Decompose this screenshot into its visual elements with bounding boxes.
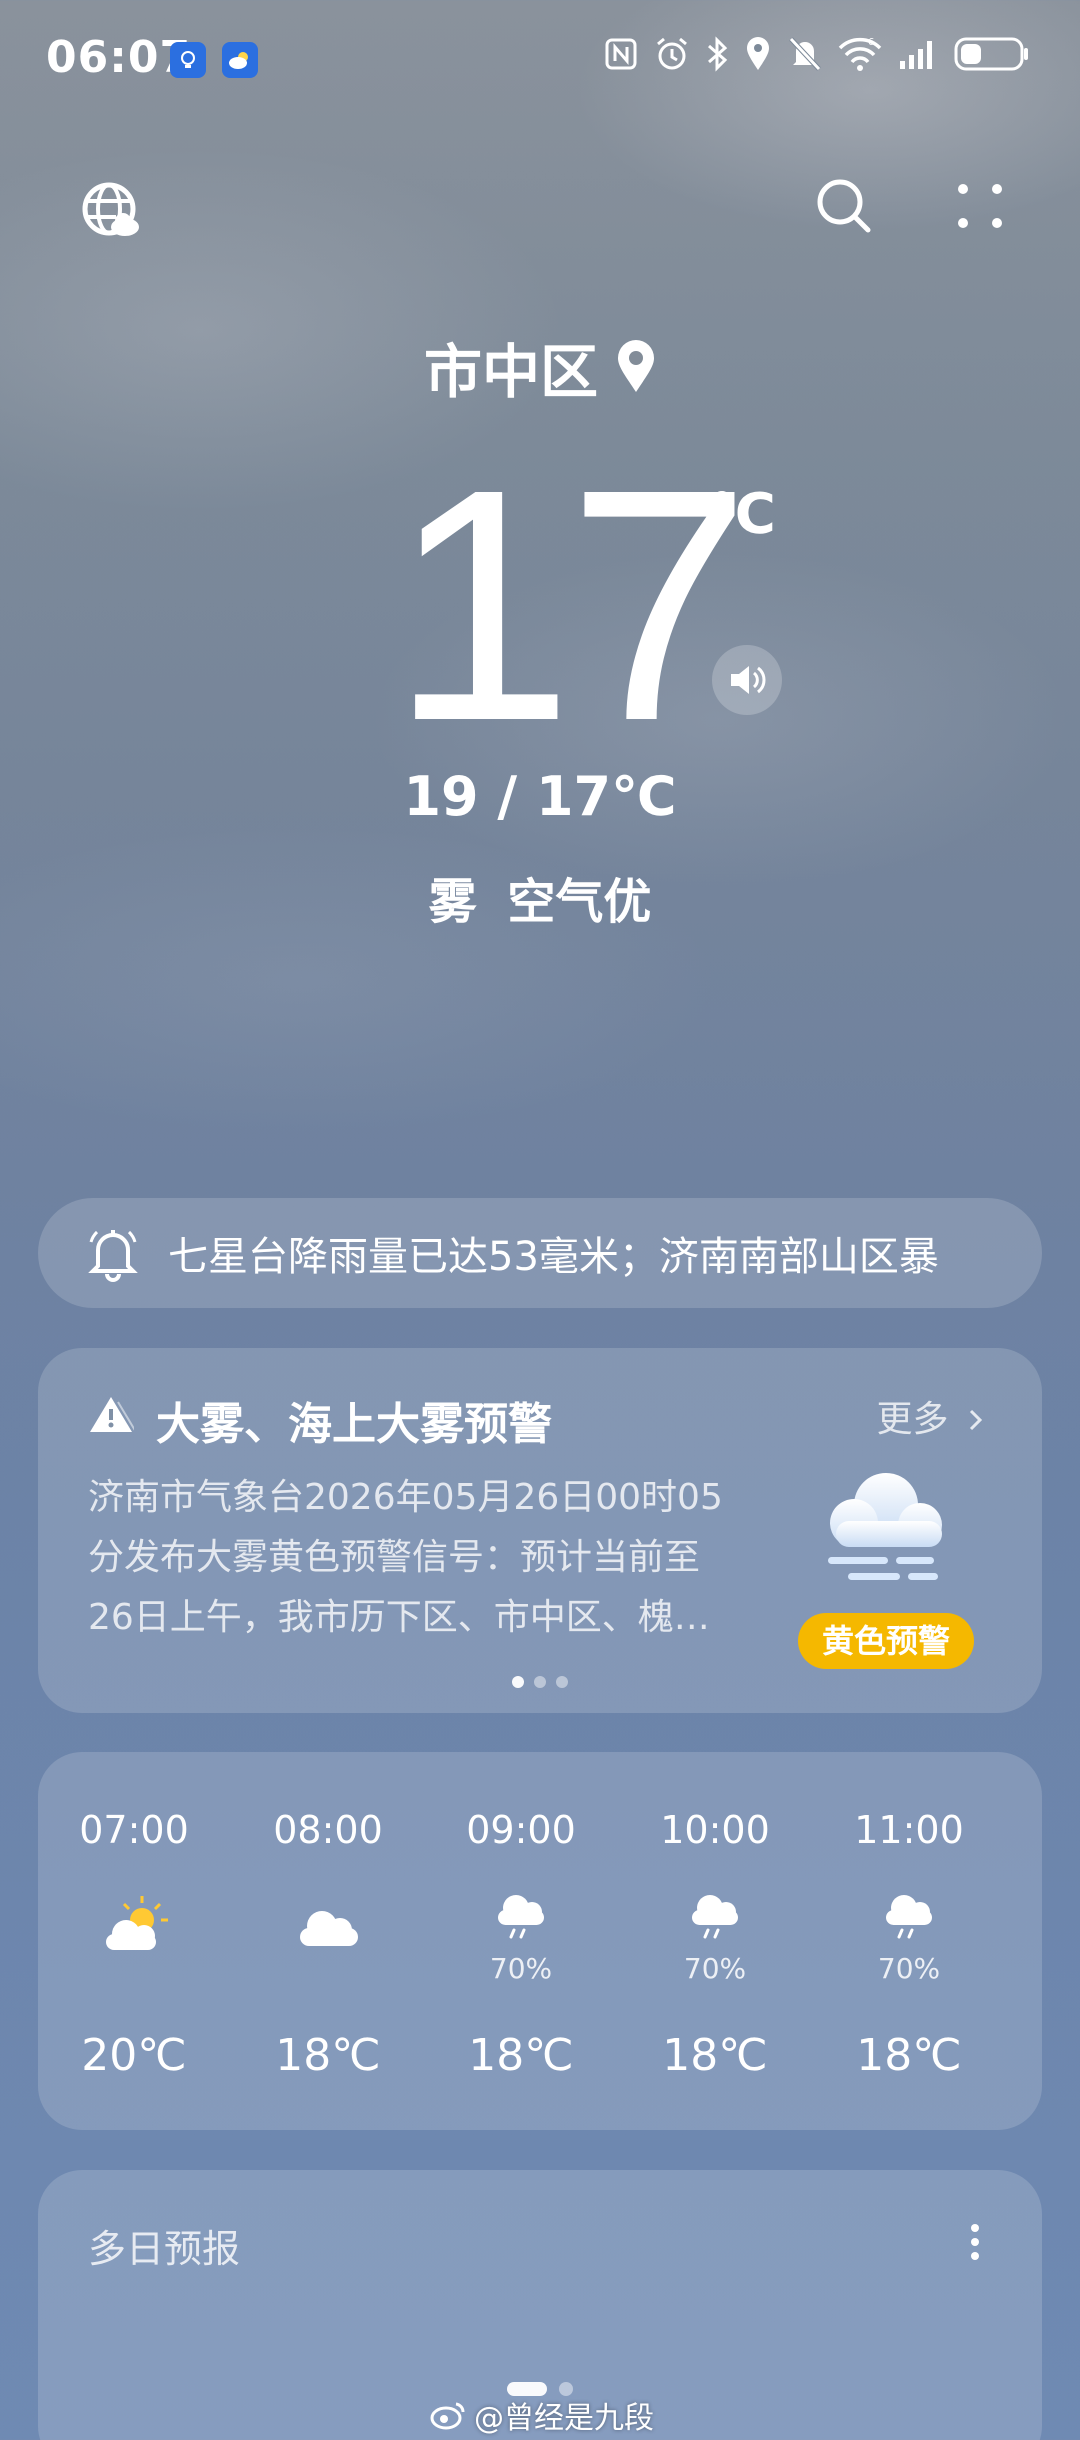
weather-notice-banner[interactable]: 七星台降雨量已达53毫米；济南南部山区暴	[38, 1198, 1042, 1308]
status-indicators: 6	[604, 36, 1030, 72]
light-rain-icon	[498, 1895, 544, 1939]
weather-alert-card[interactable]: 大雾、海上大雾预警 更多 济南市气象台2026年05月26日00时05 分发布大…	[38, 1348, 1042, 1713]
status-bar: 06:07 6	[0, 0, 1080, 120]
daily-forecast-title: 多日预报	[88, 2227, 241, 2271]
grid-dots-icon	[958, 184, 1002, 228]
hour-time: 11:00	[854, 1808, 964, 1852]
weather-app-icon	[222, 42, 258, 78]
city-management-button[interactable]	[75, 175, 147, 247]
mute-bell-icon	[789, 37, 821, 71]
cloudy-icon	[300, 1911, 358, 1946]
current-temperature: 17	[390, 420, 751, 789]
location-name: 市中区	[423, 338, 598, 406]
hour-item[interactable]: 09:00 70% 18℃	[431, 1752, 611, 2130]
hour-time: 09:00	[466, 1808, 576, 1852]
hour-item[interactable]: 11:00 70% 18℃	[819, 1752, 999, 2130]
hour-precip-prob: 70%	[683, 1952, 747, 1985]
pager-dot	[512, 1676, 524, 1688]
alert-description: 济南市气象台2026年05月26日00时05 分发布大雾黄色预警信号：预计当前至…	[88, 1468, 788, 1648]
location-header[interactable]: 市中区	[0, 325, 1080, 409]
alert-pager	[38, 1676, 1042, 1688]
weibo-logo-icon	[430, 2402, 465, 2430]
voice-broadcast-button[interactable]	[712, 645, 782, 715]
globe-cloud-icon	[82, 182, 139, 236]
speaker-icon	[731, 666, 766, 694]
bluetooth-icon	[708, 36, 728, 72]
hour-time: 08:00	[273, 1808, 383, 1852]
bell-icon	[88, 1230, 138, 1282]
hour-item[interactable]: 07:00 20℃	[44, 1752, 224, 2130]
location-pin-icon	[618, 340, 654, 392]
svg-text:6: 6	[868, 37, 874, 48]
hour-temp: 20℃	[81, 2030, 187, 2081]
pager-dot	[556, 1676, 568, 1688]
hour-temp: 18℃	[856, 2030, 962, 2081]
hour-time: 07:00	[79, 1808, 189, 1852]
search-button[interactable]	[808, 170, 880, 242]
alert-title: 大雾、海上大雾预警	[156, 1399, 552, 1450]
more-options-button[interactable]	[944, 170, 1016, 242]
search-icon	[817, 179, 871, 233]
battery-icon	[954, 37, 1028, 71]
warning-icon	[90, 1397, 134, 1432]
hour-precip-prob: 70%	[489, 1952, 553, 1985]
hour-item[interactable]: 08:00 18℃	[238, 1752, 418, 2130]
fog-cloud-icon	[828, 1473, 942, 1580]
watermark: @曾经是九段	[430, 2393, 654, 2437]
location-pin-icon	[747, 37, 769, 70]
pager-dot	[534, 1676, 546, 1688]
hour-precip-prob: 70%	[877, 1952, 941, 1985]
hour-temp: 18℃	[662, 2030, 768, 2081]
alert-level-badge: 黄色预警	[798, 1613, 974, 1669]
lightbulb-app-icon	[170, 42, 206, 78]
alert-line: 分发布大雾黄色预警信号：预计当前至	[88, 1537, 701, 1578]
hour-temp: 18℃	[468, 2030, 574, 2081]
notice-text: 七星台降雨量已达53毫米；济南南部山区暴	[168, 1234, 939, 1280]
temperature-range: 19 / 17℃	[403, 765, 677, 828]
light-rain-icon	[692, 1895, 738, 1939]
chevron-right-icon	[969, 1409, 983, 1431]
hour-temp: 18℃	[275, 2030, 381, 2081]
hour-time: 10:00	[660, 1808, 770, 1852]
wifi-icon: 6	[838, 37, 882, 71]
nfc-icon	[605, 38, 637, 70]
signal-icon	[900, 41, 932, 69]
hour-item[interactable]: 10:00 70% 18℃	[625, 1752, 805, 2130]
temperature-unit: ℃	[708, 482, 776, 547]
watermark-text: @曾经是九段	[474, 2401, 654, 2436]
hourly-forecast-card[interactable]: 07:00 20℃ 08:00 18℃ 09:00 70% 18℃ 10:00 …	[38, 1752, 1042, 2130]
light-rain-icon	[886, 1895, 932, 1939]
more-label: 更多	[876, 1399, 949, 1440]
weather-condition: 雾 空气优	[428, 874, 652, 930]
alert-line: 26日上午，我市历下区、市中区、槐…	[88, 1597, 710, 1638]
alarm-icon	[657, 37, 687, 70]
alert-more-link[interactable]: 更多	[877, 1390, 986, 1442]
partly-sunny-icon	[106, 1896, 168, 1950]
vertical-dots-icon[interactable]	[968, 2222, 982, 2262]
alert-line: 济南市气象台2026年05月26日00时05	[88, 1477, 723, 1518]
